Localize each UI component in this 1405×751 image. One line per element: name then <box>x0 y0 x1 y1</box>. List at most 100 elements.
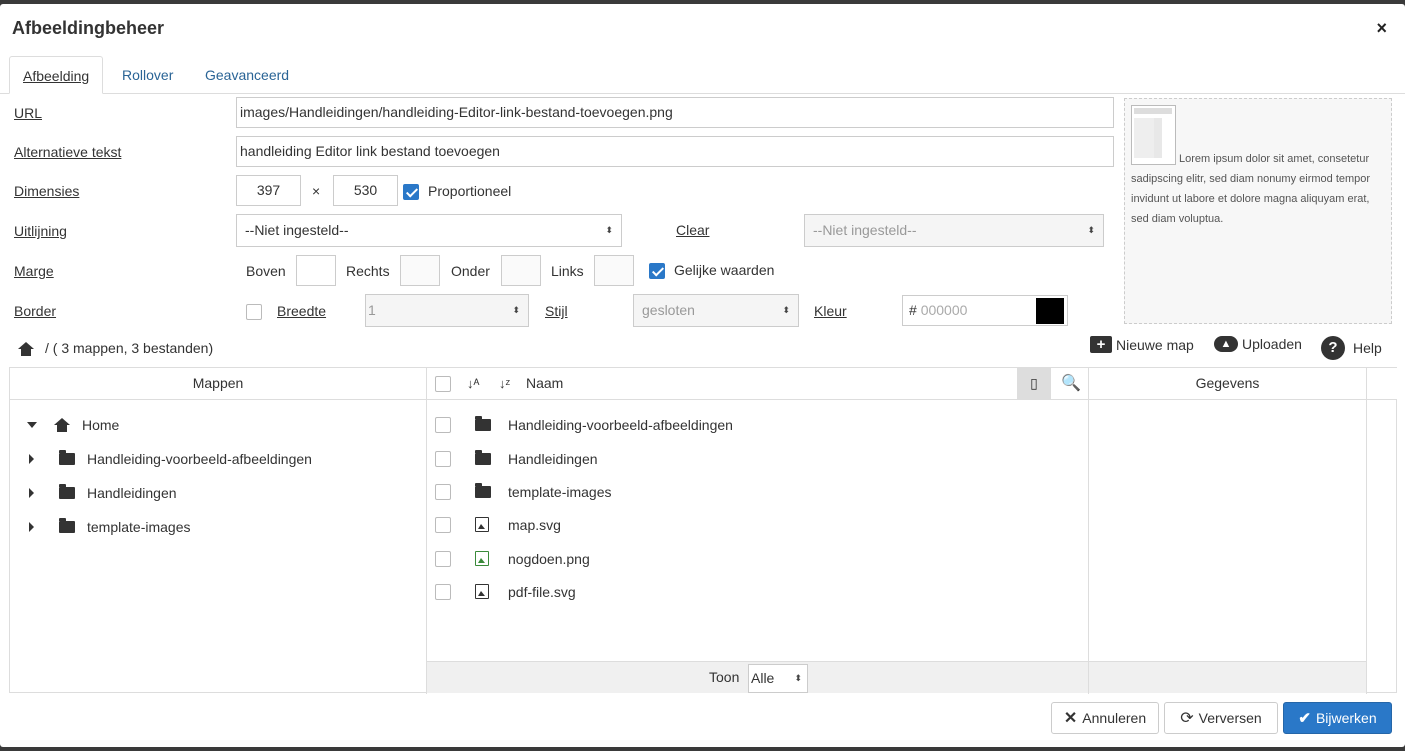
item-checkbox[interactable] <box>435 450 451 467</box>
height-input[interactable]: 530 <box>333 175 398 206</box>
preview-thumbnail <box>1131 105 1176 165</box>
divider <box>1088 368 1089 694</box>
sort-desc-icon[interactable]: ↓ᶻ <box>499 368 510 399</box>
alt-text-input[interactable]: handleiding Editor link bestand toevoege… <box>236 136 1114 167</box>
alignment-label: Uitlijning <box>14 223 67 239</box>
show-value: Alle <box>751 670 775 686</box>
tree-item-home[interactable]: Home <box>10 408 119 442</box>
tree-item-folder[interactable]: Handleiding-voorbeeld-afbeeldingen <box>10 442 312 476</box>
alignment-value: --Niet ingesteld-- <box>245 222 349 238</box>
item-checkbox[interactable] <box>435 583 451 600</box>
tree-item-folder[interactable]: Handleidingen <box>10 476 177 510</box>
details-header: Gegevens <box>1089 368 1366 400</box>
tab-rollover[interactable]: Rollover <box>109 56 186 94</box>
item-checkbox[interactable] <box>435 550 451 567</box>
refresh-icon: ⟳ <box>1180 710 1194 727</box>
list-item[interactable]: Handleiding-voorbeeld-afbeeldingen <box>427 408 733 441</box>
cloud-upload-icon: ▲ <box>1214 336 1238 352</box>
caret-down-icon[interactable] <box>27 422 37 428</box>
tree-item-label: Home <box>82 417 120 433</box>
close-icon: ✕ <box>1063 710 1078 727</box>
margin-label: Marge <box>14 263 54 279</box>
select-arrows-icon: ⬍ <box>782 305 790 315</box>
home-icon <box>54 418 70 432</box>
margin-right-input[interactable] <box>400 255 440 286</box>
equal-values-checkbox[interactable] <box>649 263 665 279</box>
url-input[interactable]: images/Handleidingen/handleiding-Editor-… <box>236 97 1114 128</box>
help-button[interactable]: ? Help <box>1321 336 1382 360</box>
item-checkbox[interactable] <box>435 516 451 533</box>
alignment-select[interactable]: --Niet ingesteld-- ⬍ <box>236 214 622 247</box>
tree-item-folder[interactable]: template-images <box>10 510 191 544</box>
tree-item-label: template-images <box>87 519 191 535</box>
item-name: nogdoen.png <box>508 550 590 567</box>
list-item[interactable]: map.svg <box>427 508 561 541</box>
caret-right-icon[interactable] <box>29 488 34 498</box>
proportional-label: Proportioneel <box>428 183 512 199</box>
sort-asc-icon[interactable]: ↓ᴬ <box>467 368 479 399</box>
folder-plus-icon: + <box>1090 336 1112 353</box>
clear-select[interactable]: --Niet ingesteld-- ⬍ <box>804 214 1104 247</box>
color-swatch[interactable] <box>1036 298 1064 324</box>
close-icon[interactable]: × <box>1376 18 1387 39</box>
show-select[interactable]: Alle ⬍ <box>748 664 808 693</box>
select-arrows-icon: ⬍ <box>605 225 613 235</box>
caret-right-icon[interactable] <box>29 454 34 464</box>
border-checkbox[interactable] <box>246 304 262 320</box>
columns-icon[interactable]: ▯ <box>1017 368 1051 400</box>
item-name: template-images <box>508 483 612 500</box>
folder-icon <box>475 482 491 498</box>
name-column-header[interactable]: Naam <box>526 368 563 399</box>
divider <box>1366 368 1367 694</box>
margin-bottom-label: Onder <box>451 263 490 279</box>
border-style-value: gesloten <box>642 302 695 318</box>
tree-item-label: Handleiding-voorbeeld-afbeeldingen <box>87 451 312 467</box>
border-style-label: Stijl <box>545 303 568 319</box>
border-color-value: 000000 <box>920 302 968 318</box>
image-file-icon <box>475 551 489 566</box>
tab-geavanceerd[interactable]: Geavanceerd <box>192 56 302 94</box>
file-browser-toolbar: / ( 3 mappen, 3 bestanden) + Nieuwe map … <box>0 334 1405 364</box>
item-checkbox[interactable] <box>435 483 451 500</box>
margin-left-label: Links <box>551 263 584 279</box>
url-label: URL <box>14 105 43 121</box>
refresh-label: Verversen <box>1198 710 1262 726</box>
border-width-value: 1 <box>368 302 376 318</box>
width-input[interactable]: 397 <box>236 175 301 206</box>
list-item[interactable]: Handleidingen <box>427 442 598 475</box>
item-name: map.svg <box>508 516 561 533</box>
image-file-icon <box>475 517 489 532</box>
proportional-checkbox[interactable] <box>403 184 419 200</box>
border-color-label: Kleur <box>814 303 847 319</box>
list-item[interactable]: pdf-file.svg <box>427 575 576 608</box>
list-footer: Toon Alle ⬍ <box>427 661 1088 693</box>
breadcrumb: / ( 3 mappen, 3 bestanden) <box>45 340 214 356</box>
margin-left-input[interactable] <box>594 255 634 286</box>
border-width-label: Breedte <box>277 303 327 319</box>
tree-item-label: Handleidingen <box>87 485 177 501</box>
upload-label: Uploaden <box>1242 336 1302 352</box>
margin-bottom-input[interactable] <box>501 255 541 286</box>
times-sign: × <box>312 183 321 199</box>
margin-top-input[interactable] <box>296 255 336 286</box>
upload-button[interactable]: ▲ Uploaden <box>1214 336 1302 352</box>
refresh-button[interactable]: ⟳ Verversen <box>1164 702 1278 734</box>
update-button[interactable]: ✔ Bijwerken <box>1283 702 1392 734</box>
list-item[interactable]: template-images <box>427 475 612 508</box>
tab-afbeelding[interactable]: Afbeelding <box>9 56 104 94</box>
border-width-select[interactable]: 1 ⬍ <box>365 294 529 327</box>
list-item[interactable]: nogdoen.png <box>427 542 590 575</box>
item-checkbox[interactable] <box>435 416 451 433</box>
new-folder-button[interactable]: + Nieuwe map <box>1090 336 1194 353</box>
border-style-select[interactable]: gesloten ⬍ <box>633 294 799 327</box>
home-icon[interactable] <box>18 342 34 356</box>
item-name: Handleidingen <box>508 450 598 467</box>
caret-right-icon[interactable] <box>29 522 34 532</box>
search-icon[interactable]: 🔍 <box>1061 368 1081 399</box>
folder-icon <box>475 449 491 465</box>
alt-text-label: Alternatieve tekst <box>14 144 122 160</box>
help-label: Help <box>1353 340 1382 356</box>
cancel-button[interactable]: ✕ Annuleren <box>1051 702 1159 734</box>
select-all-checkbox[interactable] <box>435 376 451 392</box>
image-preview: Lorem ipsum dolor sit amet, consetetur s… <box>1124 98 1392 324</box>
